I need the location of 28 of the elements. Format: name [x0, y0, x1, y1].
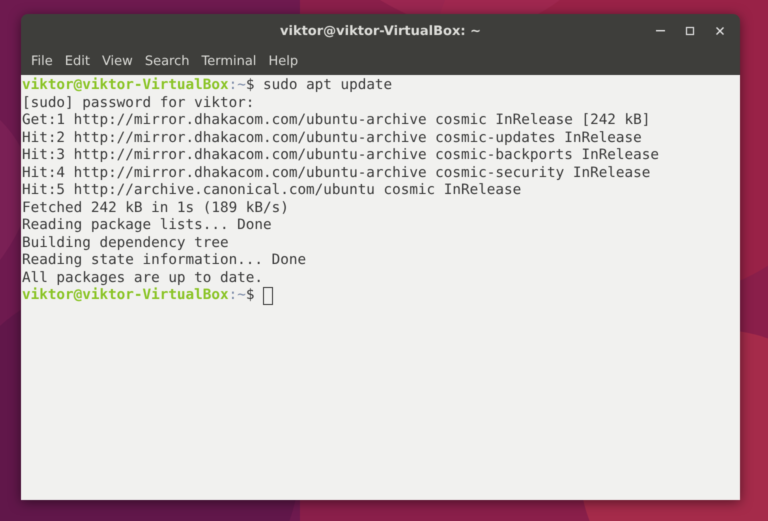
output-line: Reading state information... Done: [22, 252, 308, 270]
output-line: Hit:4 http://mirror.dhakacom.com/ubuntu-archive cosmic-security InRelease: [22, 164, 652, 182]
output-line: Get:1 http://mirror.dhakacom.com/ubuntu-archive cosmic InRelease [242 kB]: [22, 112, 652, 130]
command-text: $ sudo apt update: [246, 77, 392, 94]
output-line: Hit:2 http://mirror.dhakacom.com/ubuntu-archive cosmic-updates InRelease: [22, 130, 643, 147]
output-line: Building dependency tree: [22, 234, 230, 252]
menu-item[interactable]: View: [96, 52, 139, 71]
prompt-path: :~: [228, 287, 246, 304]
output-line: Hit:5 http://archive.canonical.com/ubuntu cosmic InRelease: [22, 182, 522, 200]
text-cursor: [263, 286, 274, 305]
output-line: All packages are up to date.: [22, 270, 264, 287]
menu-item[interactable]: File: [25, 52, 59, 71]
close-icon: [714, 25, 726, 37]
output-line: Reading package lists... Done: [22, 217, 273, 234]
output-line: [sudo] password for viktor:: [22, 94, 256, 112]
minimize-icon: [656, 30, 664, 32]
prompt-path: :~: [228, 77, 246, 94]
menu-item[interactable]: Terminal: [195, 52, 262, 71]
prompt-user: viktor@viktor-VirtualBox: [22, 77, 229, 94]
window-title: viktor@viktor-VirtualBox: ~: [280, 24, 481, 38]
menu-item[interactable]: Help: [262, 52, 304, 71]
prompt-user: viktor@viktor-VirtualBox: [22, 287, 229, 304]
command-text: $: [246, 287, 254, 304]
output-line: Fetched 242 kB in 1s (189 kB/s): [22, 200, 290, 217]
output-line: Hit:3 http://mirror.dhakacom.com/ubuntu-archive cosmic-backports InRelease: [22, 147, 660, 164]
menu-item[interactable]: Edit: [58, 52, 96, 71]
maximize-icon: [684, 25, 696, 37]
menu-item[interactable]: Search: [138, 52, 196, 71]
